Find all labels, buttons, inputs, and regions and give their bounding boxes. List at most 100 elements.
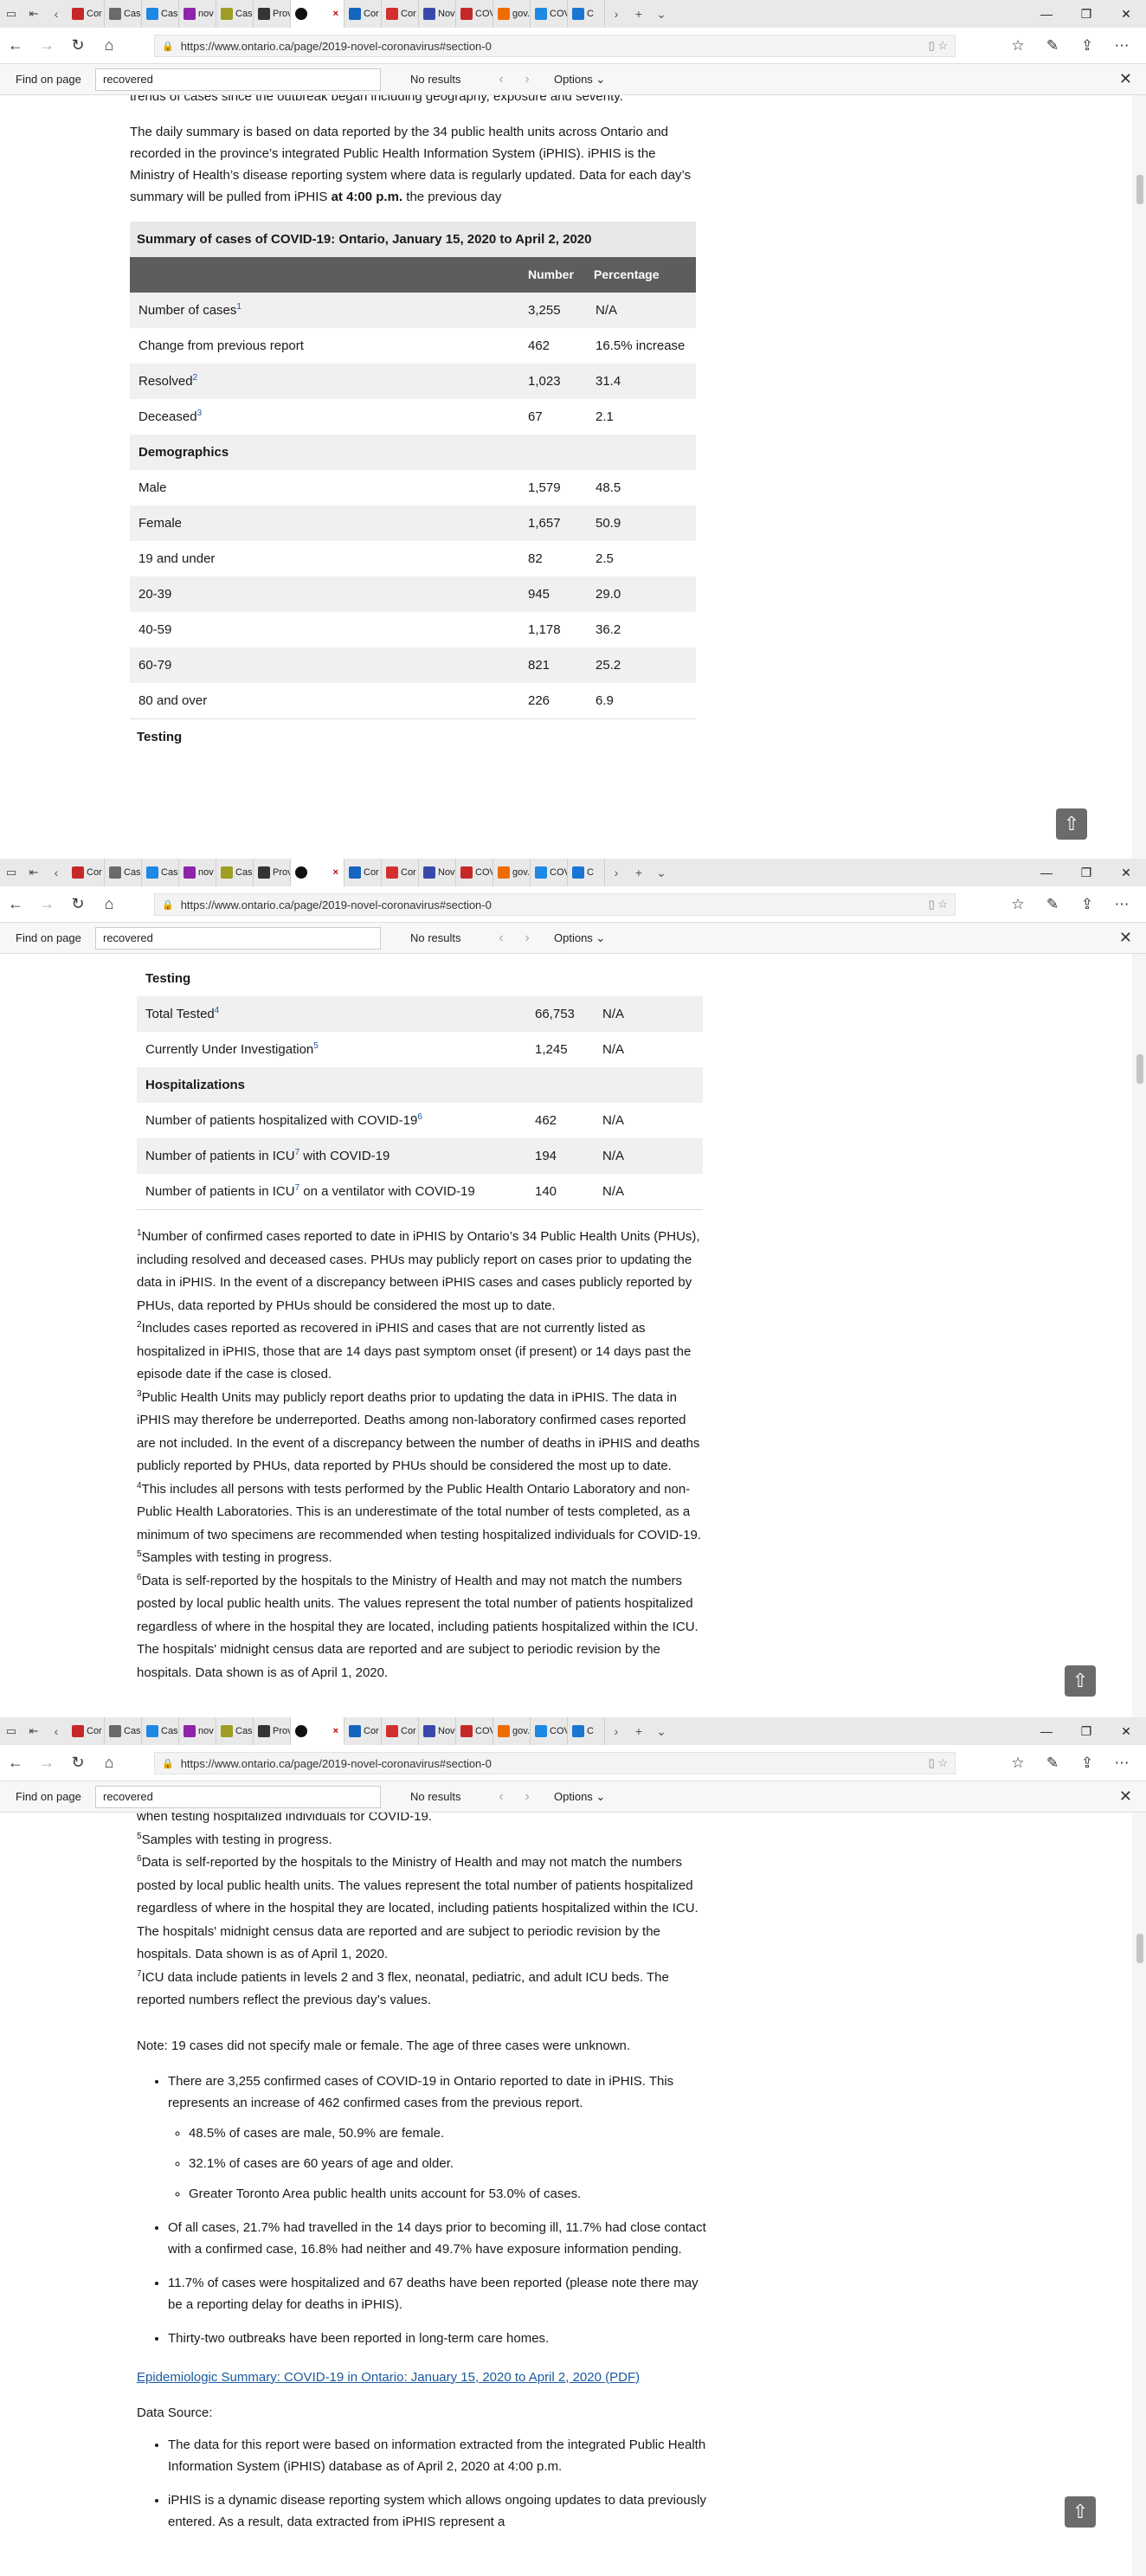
scrollbar-thumb[interactable] [1136,1934,1143,1963]
browser-tab[interactable]: C [568,0,605,28]
find-options-button[interactable]: Options ⌄ [554,931,605,945]
back-to-top-button[interactable]: ⇧ [1065,2496,1096,2528]
browser-tab[interactable]: × [291,0,344,28]
tab-list-chevron-icon[interactable]: ⌄ [650,0,673,28]
browser-tab[interactable]: Nov [419,1717,456,1745]
reading-view-icon[interactable]: ▯ ☆ [929,1756,948,1770]
new-tab-button[interactable]: + [628,859,650,886]
browser-tab[interactable]: nov [179,859,216,886]
vertical-scrollbar[interactable] [1132,954,1146,1717]
back-button[interactable]: ← [0,28,31,64]
footnote-ref-link[interactable]: 1 [236,302,241,312]
set-tabs-aside-icon[interactable]: ⇤ [23,0,45,28]
favorites-icon[interactable]: ☆ [1001,1755,1035,1772]
browser-tab[interactable]: Cor [344,859,382,886]
browser-tab[interactable]: gov. [493,859,531,886]
browser-tab[interactable]: Nov [419,859,456,886]
tab-scroll-left-icon[interactable]: ‹ [45,859,68,886]
home-button[interactable]: ⌂ [93,886,125,923]
tab-close-icon[interactable]: × [333,9,338,19]
tab-scroll-right-icon[interactable]: › [605,1717,628,1745]
favorites-icon[interactable]: ☆ [1001,37,1035,55]
favorites-icon[interactable]: ☆ [1001,896,1035,913]
minimize-button[interactable]: — [1027,0,1066,28]
epi-summary-pdf-link[interactable]: Epidemiologic Summary: COVID-19 in Ontar… [137,2370,640,2385]
window-menu-icon[interactable]: ▭ [0,1717,23,1745]
browser-tab[interactable]: nov [179,1717,216,1745]
new-tab-button[interactable]: + [628,1717,650,1745]
set-tabs-aside-icon[interactable]: ⇤ [23,1717,45,1745]
url-field[interactable]: 🔒 https://www.ontario.ca/page/2019-novel… [154,35,956,57]
find-input[interactable]: recovered [95,1785,381,1808]
vertical-scrollbar[interactable] [1132,95,1146,859]
share-icon[interactable]: ⇪ [1070,1755,1104,1772]
browser-tab[interactable]: × [291,859,344,886]
notes-icon[interactable]: ✎ [1035,896,1070,913]
find-close-icon[interactable]: ✕ [1119,929,1132,947]
minimize-button[interactable]: — [1027,1717,1066,1745]
tab-scroll-right-icon[interactable]: › [605,0,628,28]
share-icon[interactable]: ⇪ [1070,37,1104,55]
window-menu-icon[interactable]: ▭ [0,0,23,28]
tab-scroll-left-icon[interactable]: ‹ [45,1717,68,1745]
footnote-ref-link[interactable]: 5 [313,1041,319,1051]
browser-tab[interactable]: Case [142,859,179,886]
footnote-ref-link[interactable]: 2 [193,373,198,383]
refresh-button[interactable]: ↻ [62,28,93,64]
tab-close-icon[interactable]: × [333,1726,338,1736]
scrollbar-thumb[interactable] [1136,1054,1143,1084]
footnote-ref-link[interactable]: 3 [197,409,203,418]
footnote-ref-link[interactable]: 4 [215,1006,220,1015]
browser-tab[interactable]: Case [105,859,142,886]
find-prev-icon[interactable]: ‹ [488,72,514,87]
browser-tab[interactable]: COV [456,859,493,886]
browser-tab[interactable]: Cor [344,0,382,28]
back-to-top-button[interactable]: ⇧ [1056,808,1087,840]
close-window-button[interactable]: ✕ [1106,0,1146,28]
window-menu-icon[interactable]: ▭ [0,859,23,886]
find-input[interactable]: recovered [95,926,381,950]
browser-tab[interactable]: C [568,1717,605,1745]
home-button[interactable]: ⌂ [93,28,125,64]
url-field[interactable]: 🔒 https://www.ontario.ca/page/2019-novel… [154,893,956,916]
browser-tab[interactable]: gov. [493,1717,531,1745]
browser-tab[interactable]: Case [142,0,179,28]
browser-tab[interactable]: COV [456,0,493,28]
find-input[interactable]: recovered [95,68,381,91]
browser-tab[interactable]: Nov [419,0,456,28]
browser-tab[interactable]: Cor [68,859,105,886]
restore-button[interactable]: ❐ [1066,1717,1106,1745]
browser-tab[interactable]: Cor [382,859,419,886]
browser-tab[interactable]: Prov [254,0,291,28]
close-window-button[interactable]: ✕ [1106,1717,1146,1745]
browser-tab[interactable]: Cor [382,1717,419,1745]
browser-tab[interactable]: nov [179,0,216,28]
share-icon[interactable]: ⇪ [1070,896,1104,913]
forward-button[interactable]: → [31,1745,62,1781]
back-button[interactable]: ← [0,886,31,923]
back-button[interactable]: ← [0,1745,31,1781]
more-icon[interactable]: ⋯ [1104,896,1139,913]
forward-button[interactable]: → [31,28,62,64]
browser-tab[interactable]: Case [142,1717,179,1745]
browser-tab[interactable]: Case [216,0,254,28]
browser-tab[interactable]: Case [216,1717,254,1745]
restore-button[interactable]: ❐ [1066,0,1106,28]
refresh-button[interactable]: ↻ [62,1745,93,1781]
tab-scroll-left-icon[interactable]: ‹ [45,0,68,28]
new-tab-button[interactable]: + [628,0,650,28]
find-next-icon[interactable]: › [514,931,540,946]
tab-scroll-right-icon[interactable]: › [605,859,628,886]
scrollbar-thumb[interactable] [1136,175,1143,204]
browser-tab[interactable]: Cor [344,1717,382,1745]
refresh-button[interactable]: ↻ [62,886,93,923]
browser-tab[interactable]: Case [105,0,142,28]
browser-tab[interactable]: COV [531,1717,568,1745]
minimize-button[interactable]: — [1027,859,1066,886]
more-icon[interactable]: ⋯ [1104,37,1139,55]
browser-tab[interactable]: Case [105,1717,142,1745]
browser-tab[interactable]: COV [531,859,568,886]
browser-tab[interactable]: Prov [254,1717,291,1745]
restore-button[interactable]: ❐ [1066,859,1106,886]
browser-tab[interactable]: COV [456,1717,493,1745]
